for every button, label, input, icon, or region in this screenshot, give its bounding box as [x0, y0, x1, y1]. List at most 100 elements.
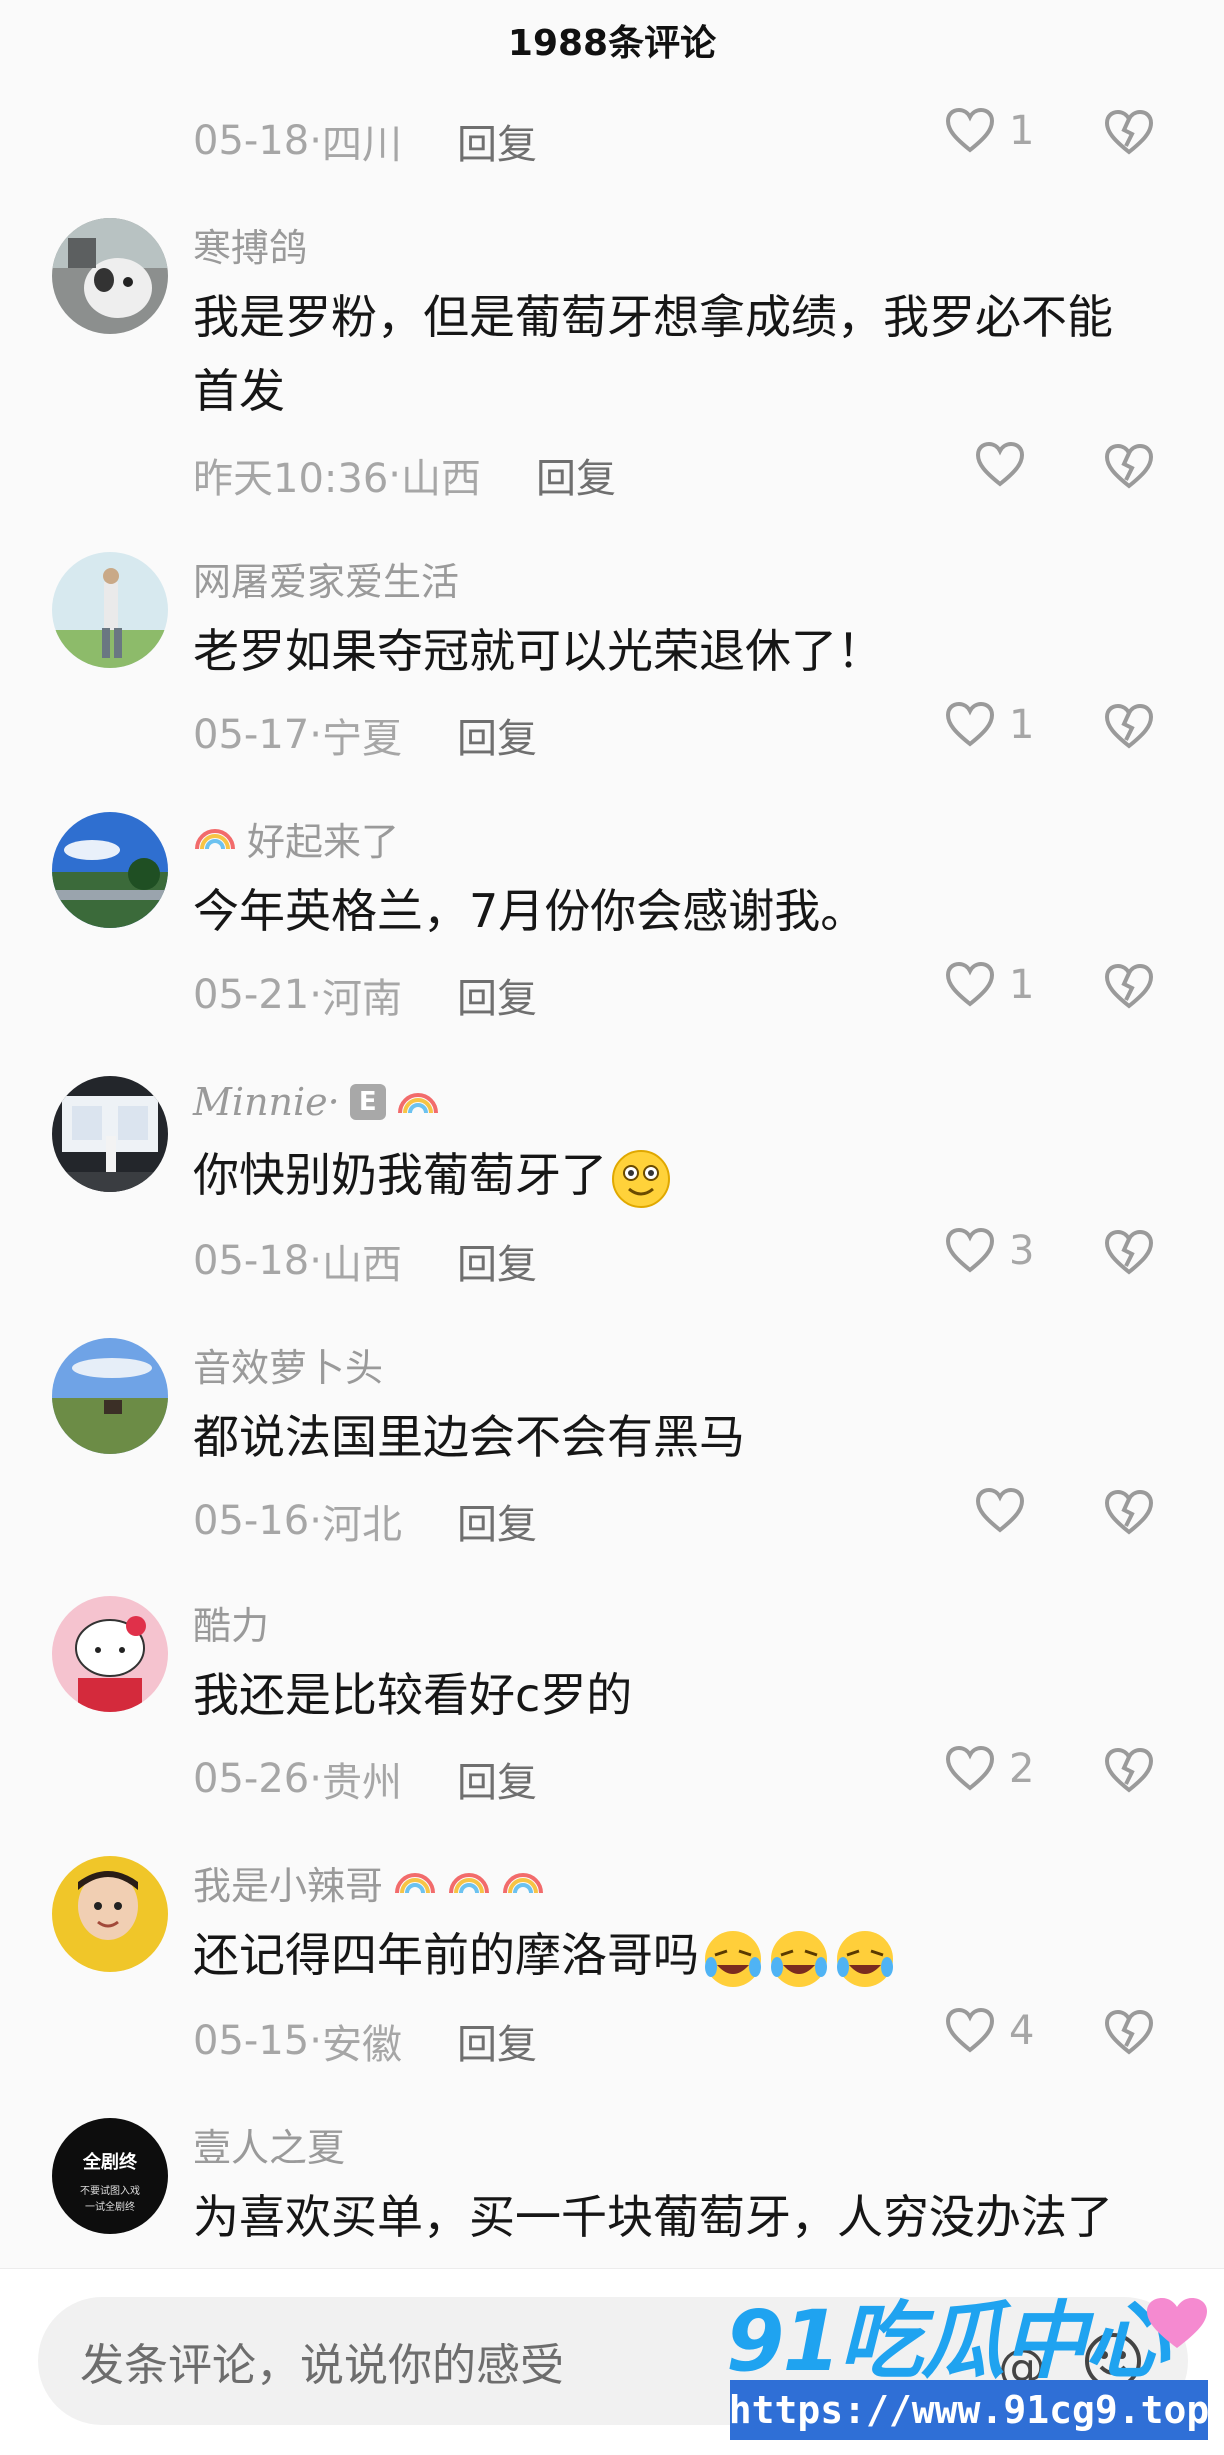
reply-button[interactable]: 回复 — [536, 446, 616, 504]
heart-icon — [945, 1746, 995, 1791]
like-button[interactable]: 4 — [945, 2008, 1034, 2054]
avatar[interactable] — [52, 218, 168, 334]
like-button[interactable]: 1 — [945, 702, 1034, 748]
watermark-url: https://www.91cg9.top — [729, 2380, 1209, 2440]
comment-location: 山西 — [401, 456, 481, 502]
like-count: 1 — [1009, 962, 1035, 1008]
broken-heart-icon — [1104, 443, 1154, 489]
broken-heart-icon — [1104, 963, 1154, 1009]
avatar[interactable] — [52, 1076, 168, 1192]
laughing-tears-emoji-icon — [771, 1930, 827, 1987]
reply-button[interactable]: 回复 — [457, 1232, 537, 1290]
avatar[interactable] — [52, 1338, 168, 1454]
comment-text: 你快别奶我葡萄牙了 — [193, 1138, 1184, 1212]
comment-location: 四川 — [321, 122, 402, 168]
like-button[interactable] — [975, 1488, 1025, 1534]
avatar[interactable] — [52, 552, 168, 668]
avatar-title-text: 全剧终 — [83, 2152, 137, 2173]
rainbow-icon — [503, 1873, 544, 1894]
heart-icon — [945, 1228, 995, 1273]
like-button[interactable]: 2 — [945, 1746, 1034, 1792]
comment-meta: 05-18 · 山西 回复 — [193, 1232, 537, 1290]
broken-heart-icon — [1104, 2009, 1154, 2055]
comment-meta: 05-21 · 河南 回复 — [193, 966, 537, 1024]
heart-icon — [975, 1488, 1025, 1533]
rainbow-icon — [395, 1873, 436, 1894]
comment-location: 贵州 — [321, 1760, 402, 1806]
comment-text: 还记得四年前的摩洛哥吗 — [193, 1918, 1184, 1992]
comment-text: 今年英格兰，7月份你会感谢我。 — [193, 884, 867, 938]
dislike-button[interactable] — [1104, 1229, 1154, 1280]
comment-date: 05-21 — [193, 972, 310, 1018]
heart-icon — [945, 962, 995, 1007]
laughing-tears-emoji-icon — [705, 1930, 761, 1987]
like-count: 4 — [1009, 2008, 1035, 2054]
dislike-button[interactable] — [1104, 963, 1154, 1014]
avatar-dog-image — [52, 218, 168, 334]
username[interactable]: 网屠爱家爱生活 — [193, 552, 1184, 604]
like-button[interactable]: 3 — [945, 1228, 1034, 1274]
username[interactable]: 壹人之夏 — [193, 2118, 1184, 2170]
grinning-face-emoji-icon — [612, 1149, 670, 1208]
comment-date: 05-16 — [193, 1498, 310, 1544]
heart-icon — [945, 702, 995, 747]
comment-text: 为喜欢买单，买一千块葡萄牙，人穷没办法了 — [193, 2190, 1113, 2244]
dislike-button[interactable] — [1104, 703, 1154, 754]
reply-button[interactable]: 回复 — [457, 1492, 537, 1550]
reply-button[interactable]: 回复 — [457, 112, 537, 170]
avatar-golfer-image — [52, 552, 168, 668]
comment-meta: 05-15 · 安徽 回复 — [193, 2012, 537, 2070]
pink-heart-icon — [1147, 2298, 1207, 2348]
rainbow-icon — [449, 1873, 490, 1894]
username[interactable]: 寒搏鸽 — [193, 218, 1184, 270]
dislike-button[interactable] — [1104, 109, 1154, 160]
username[interactable]: 酷力 — [193, 1596, 1184, 1648]
username[interactable]: 好起来了 — [193, 812, 1184, 864]
laughing-tears-emoji-icon — [837, 1930, 893, 1987]
broken-heart-icon — [1104, 703, 1154, 749]
username[interactable]: Minnie· E — [193, 1076, 1184, 1128]
reply-button[interactable]: 回复 — [457, 706, 537, 764]
comment-meta: 昨天10:36 · 山西 回复 — [193, 446, 616, 504]
comment-meta: 05-18 · 四川 回复 — [193, 112, 537, 170]
broken-heart-icon — [1104, 109, 1154, 155]
heart-icon — [975, 442, 1025, 487]
reply-button[interactable]: 回复 — [457, 2012, 537, 2070]
reply-button[interactable]: 回复 — [457, 1750, 537, 1808]
avatar[interactable] — [52, 1856, 168, 1972]
heart-icon — [945, 108, 995, 153]
avatar-subtitle-text: 不要试图入戏 — [80, 2186, 140, 2197]
like-button[interactable]: 1 — [945, 108, 1034, 154]
watermark: 91吃瓜中心 https://www.91cg9.top — [726, 2274, 1216, 2449]
comments-header: 1988条评论 — [0, 0, 1224, 80]
comment-location: 宁夏 — [321, 716, 402, 762]
avatar[interactable]: 全剧终 不要试图入戏 一试全剧终 — [52, 2118, 168, 2234]
broken-heart-icon — [1104, 1489, 1154, 1535]
dislike-button[interactable] — [1104, 1747, 1154, 1798]
username[interactable]: 音效萝卜头 — [193, 1338, 1184, 1390]
e-badge-icon: E — [349, 1084, 386, 1120]
avatar-sky-image — [52, 812, 168, 928]
comment-meta: 05-26 · 贵州 回复 — [193, 1750, 537, 1808]
dislike-button[interactable] — [1104, 2009, 1154, 2060]
like-button[interactable] — [975, 442, 1025, 488]
username[interactable]: 我是小辣哥 — [193, 1856, 1184, 1908]
comment-text: 我还是比较看好c罗的 — [193, 1668, 633, 1722]
comment-meta: 05-16 · 河北 回复 — [193, 1492, 537, 1550]
comment-meta: 05-17 · 宁夏 回复 — [193, 706, 537, 764]
avatar[interactable] — [52, 812, 168, 928]
comment-location: 山西 — [321, 1242, 402, 1288]
dislike-button[interactable] — [1104, 443, 1154, 494]
comment-text: 都说法国里边会不会有黑马 — [193, 1410, 745, 1464]
reply-button[interactable]: 回复 — [457, 966, 537, 1024]
comment-date: 05-26 — [193, 1756, 310, 1802]
comment-location: 安徽 — [321, 2022, 402, 2068]
comment-date: 05-17 — [193, 712, 310, 758]
avatar[interactable] — [52, 1596, 168, 1712]
dislike-button[interactable] — [1104, 1489, 1154, 1540]
comment-date: 昨天10:36 — [193, 456, 389, 502]
like-button[interactable]: 1 — [945, 962, 1034, 1008]
comment-date: 05-15 — [193, 2018, 310, 2064]
avatar-grassland-image — [52, 1338, 168, 1454]
broken-heart-icon — [1104, 1747, 1154, 1793]
